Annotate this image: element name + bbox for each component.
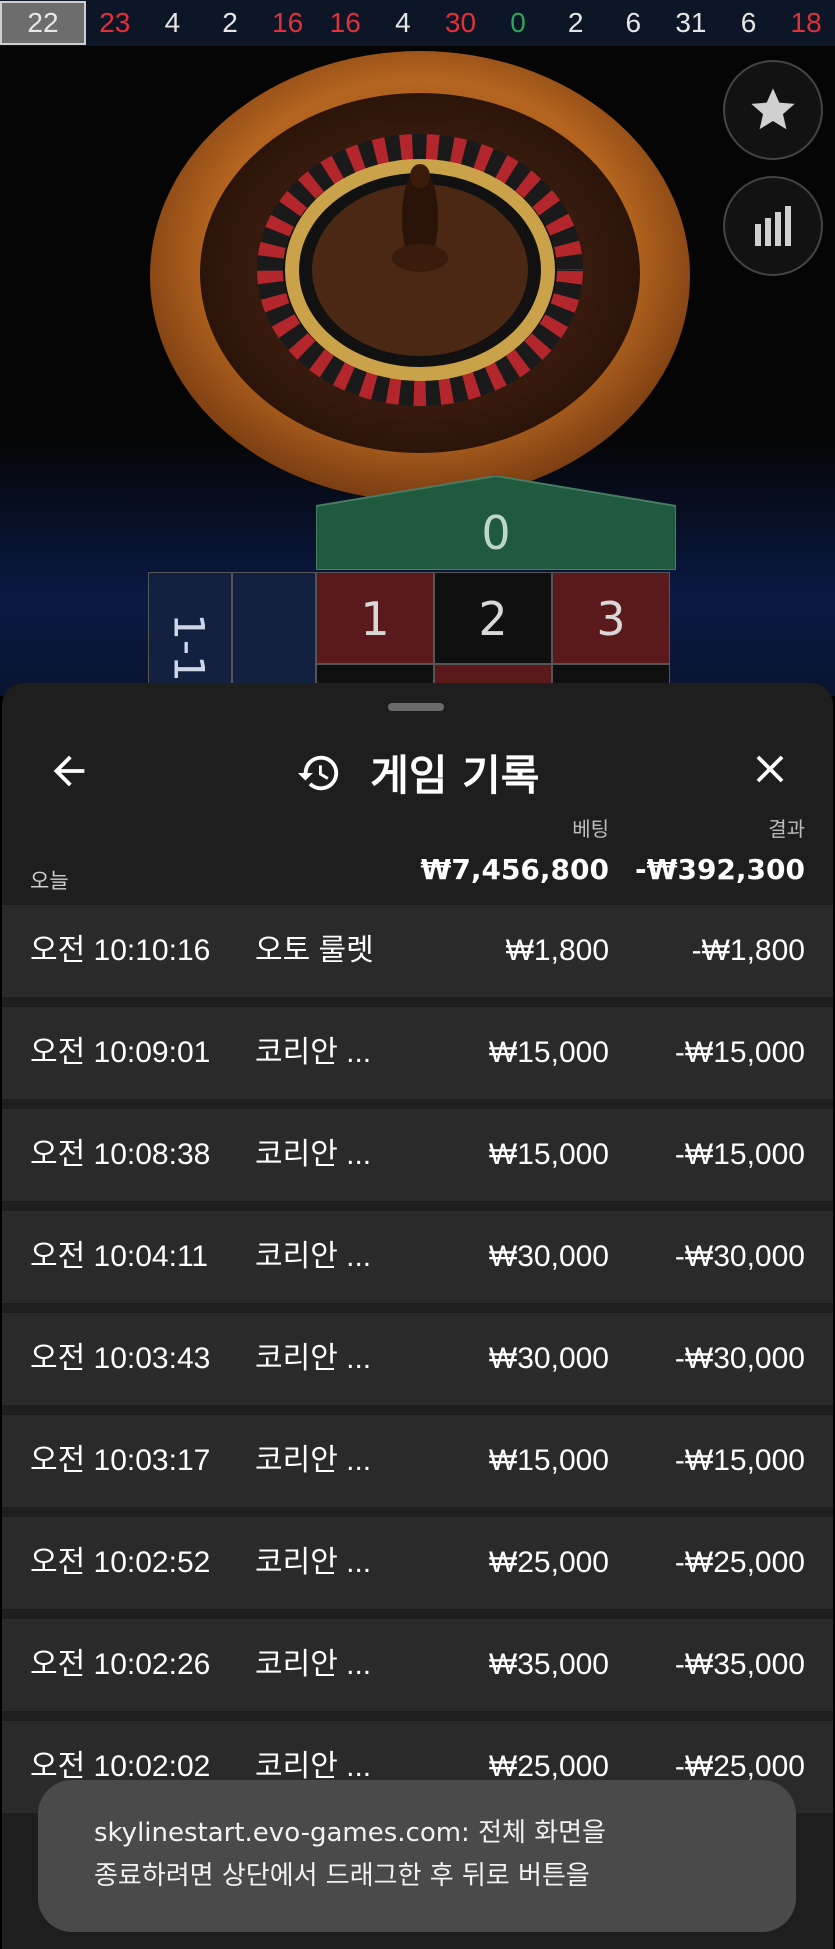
row-bet-amount: ₩15,000: [488, 1444, 609, 1477]
close-icon: [756, 755, 784, 783]
fullscreen-exit-toast: skylinestart.evo-games.com: 전체 화면을 종료하려면…: [38, 1780, 796, 1932]
past-result: 23: [99, 7, 131, 38]
row-bet-amount: ₩15,000: [488, 1138, 609, 1171]
row-time: 오전 10:03:17: [30, 1444, 211, 1477]
past-result: 4: [395, 7, 411, 38]
toast-line-1: skylinestart.evo-games.com: 전체 화면을: [94, 1818, 606, 1848]
history-row[interactable]: 오전 10:08:38 코리안 ... ₩15,000 -₩15,000: [2, 1109, 833, 1201]
row-result-amount: -₩1,800: [691, 934, 805, 967]
past-result: 6: [740, 7, 757, 38]
row-result-amount: -₩15,000: [674, 1036, 805, 1069]
row-game-name: 코리안 ...: [255, 1240, 372, 1273]
row-bet-amount: ₩30,000: [488, 1240, 609, 1273]
row-time: 오전 10:08:38: [30, 1138, 211, 1171]
past-result: 4: [164, 7, 181, 38]
row-time: 오전 10:02:26: [30, 1648, 211, 1681]
row-time: 오전 10:09:01: [30, 1036, 211, 1069]
today-label: 오늘: [30, 869, 69, 893]
close-button[interactable]: [747, 746, 793, 792]
game-history-sheet: 게임 기록 베팅 결과 오늘 ₩7,456,800 -₩392,300 오전 1…: [2, 683, 833, 1949]
game-area: 0 1-1 1 2 3: [0, 46, 835, 712]
row-game-name: 코리안 ...: [255, 1546, 372, 1579]
row-bet-amount: ₩25,000: [488, 1546, 609, 1579]
history-row[interactable]: 오전 10:09:01 코리안 ... ₩15,000 -₩15,000: [2, 1007, 833, 1099]
row-result-amount: -₩25,000: [674, 1546, 805, 1579]
history-row[interactable]: 오전 10:10:16 오토 룰렛 ₩1,800 -₩1,800: [2, 905, 833, 997]
history-row[interactable]: 오전 10:03:17 코리안 ... ₩15,000 -₩15,000: [2, 1415, 833, 1507]
history-list: 오전 10:10:16 오토 룰렛 ₩1,800 -₩1,800 오전 10:09:01…: [2, 905, 833, 1823]
row-bet-amount: ₩35,000: [488, 1648, 609, 1681]
page-title-text: 게임 기록: [370, 751, 540, 800]
row-time: 오전 10:10:16: [30, 934, 211, 967]
history-row[interactable]: 오전 10:02:52 코리안 ... ₩25,000 -₩25,000: [2, 1517, 833, 1609]
past-result: 18: [790, 7, 822, 38]
row-game-name: 코리안 ...: [255, 1138, 372, 1171]
bet-spot-2-label: 2: [478, 592, 508, 646]
bet-spot-2[interactable]: 2: [434, 572, 552, 664]
bet-spot-3-label: 3: [596, 592, 626, 646]
bet-spot-zero-label: 0: [481, 506, 511, 560]
past-result: 0: [510, 7, 526, 38]
bet-spot-1-label: 1: [360, 592, 390, 646]
row-time: 오전 10:03:43: [30, 1342, 211, 1375]
history-row[interactable]: 오전 10:04:11 코리안 ... ₩30,000 -₩30,000: [2, 1211, 833, 1303]
history-icon: [297, 755, 338, 790]
drag-handle[interactable]: [388, 703, 444, 711]
row-result-amount: -₩15,000: [674, 1138, 805, 1171]
star-icon: [751, 88, 795, 130]
row-time: 오전 10:02:52: [30, 1546, 211, 1579]
past-result: 6: [625, 7, 642, 38]
past-result: 16: [329, 7, 361, 38]
page-title: 게임 기록: [2, 742, 833, 803]
history-summary: 베팅 결과 오늘 ₩7,456,800 -₩392,300: [2, 813, 833, 895]
row-result-amount: -₩15,000: [674, 1444, 805, 1477]
row-game-name: 오토 룰렛: [255, 934, 374, 967]
total-result: -₩392,300: [634, 853, 805, 886]
bet-spot-1[interactable]: 1: [316, 572, 434, 664]
row-result-amount: -₩30,000: [674, 1342, 805, 1375]
result-history-strip: 22 23 4 2 16 16 4 30 0 2 6 31 6 18: [0, 0, 835, 46]
column-header-result: 결과: [768, 817, 805, 841]
row-bet-amount: ₩1,800: [505, 934, 609, 967]
row-game-name: 코리안 ...: [255, 1036, 372, 1069]
row-result-amount: -₩30,000: [674, 1240, 805, 1273]
history-row[interactable]: 오전 10:02:26 코리안 ... ₩35,000 -₩35,000: [2, 1619, 833, 1711]
statistics-button[interactable]: [723, 176, 823, 276]
row-game-name: 코리안 ...: [255, 1648, 372, 1681]
latest-result: 22: [0, 1, 86, 45]
bar-chart-icon: [755, 206, 791, 246]
row-game-name: 코리안 ...: [255, 1342, 372, 1375]
past-result: 2: [222, 7, 238, 38]
bet-spot-3[interactable]: 3: [552, 572, 670, 664]
history-row[interactable]: 오전 10:03:43 코리안 ... ₩30,000 -₩30,000: [2, 1313, 833, 1405]
total-bet: ₩7,456,800: [420, 853, 609, 886]
toast-line-2: 종료하려면 상단에서 드래그한 후 뒤로 버튼을: [94, 1861, 590, 1891]
bet-spot-zero[interactable]: 0: [316, 476, 676, 570]
favorites-button[interactable]: [723, 60, 823, 160]
sheet-header: 게임 기록: [2, 728, 833, 808]
row-game-name: 코리안 ...: [255, 1444, 372, 1477]
past-result: 31: [675, 7, 707, 38]
past-result: 2: [567, 7, 584, 38]
row-time: 오전 10:04:11: [30, 1240, 209, 1273]
roulette-wheel: [150, 51, 690, 501]
row-bet-amount: ₩30,000: [488, 1342, 609, 1375]
row-bet-amount: ₩15,000: [488, 1036, 609, 1069]
past-result: 16: [272, 7, 304, 38]
row-result-amount: -₩35,000: [674, 1648, 805, 1681]
column-header-bet: 베팅: [572, 817, 609, 841]
past-result: 30: [444, 7, 477, 38]
